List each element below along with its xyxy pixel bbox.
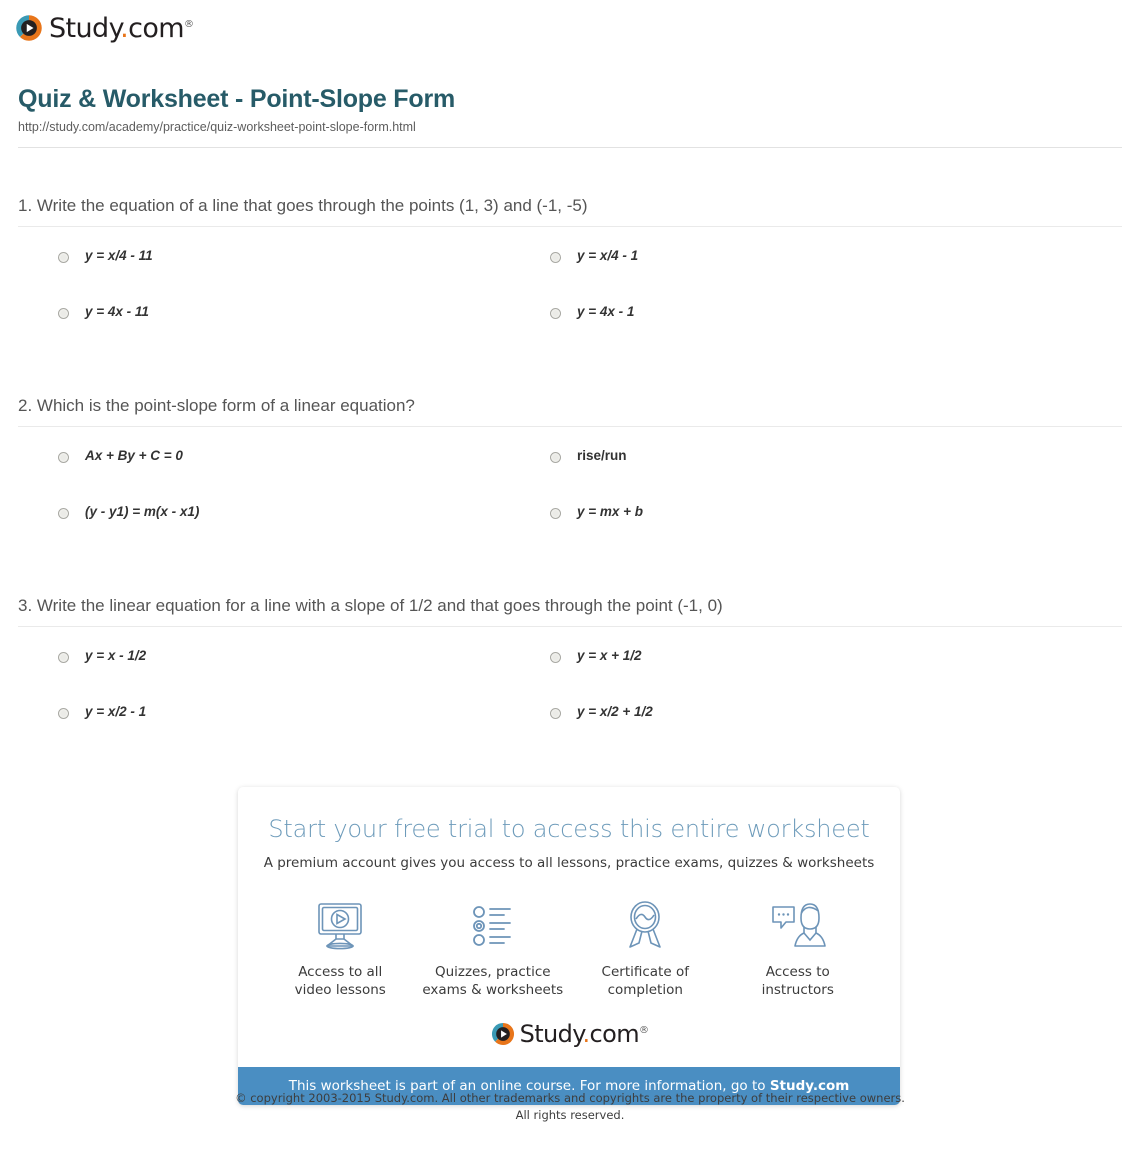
logo-text-dot: . xyxy=(582,1020,590,1049)
answer-option-label: rise/run xyxy=(577,448,627,463)
question-block-1: 1. Write the equation of a line that goe… xyxy=(0,196,1140,353)
question-divider xyxy=(18,426,1122,427)
promo-feature-line1: Access to all xyxy=(298,964,383,980)
question-block-2: 2. Which is the point-slope form of a li… xyxy=(0,396,1140,553)
logo-text-tld: com xyxy=(128,12,184,44)
radio-button[interactable] xyxy=(550,708,561,719)
logo-text-main: Study xyxy=(49,12,121,44)
copyright-notice: © copyright 2003-2015 Study.com. All oth… xyxy=(0,1090,1140,1123)
promo-feature-line2: video lessons xyxy=(294,982,386,999)
site-logo[interactable]: Study.com® xyxy=(14,12,194,44)
logo-text-tld: com xyxy=(589,1020,640,1049)
radio-button[interactable] xyxy=(550,308,561,319)
logo-trademark: ® xyxy=(183,18,194,30)
radio-button[interactable] xyxy=(58,652,69,663)
radio-button[interactable] xyxy=(550,252,561,263)
radio-button[interactable] xyxy=(58,252,69,263)
radio-button[interactable] xyxy=(58,508,69,519)
quiz-list-icon xyxy=(417,897,570,955)
answer-option[interactable]: (y - y1) = m(x - x1) xyxy=(58,504,200,520)
answer-option[interactable]: y = x + 1/2 xyxy=(550,648,642,664)
promo-feature: Quizzes, practice exams & worksheets xyxy=(417,897,570,999)
answer-option-label: (y - y1) = m(x - x1) xyxy=(85,504,200,519)
promo-feature-line1: Quizzes, practice xyxy=(434,964,551,980)
promo-feature: Access to all video lessons xyxy=(264,897,417,999)
free-trial-promo-card: Start your free trial to access this ent… xyxy=(238,787,900,1106)
instructor-chat-icon xyxy=(722,897,875,955)
play-circle-icon xyxy=(490,1021,516,1047)
answer-option-label: y = mx + b xyxy=(577,504,644,519)
monitor-play-icon xyxy=(264,897,417,955)
logo-text-main: Study xyxy=(519,1020,583,1049)
question-divider xyxy=(18,626,1122,627)
radio-button[interactable] xyxy=(58,452,69,463)
radio-button[interactable] xyxy=(550,452,561,463)
page-url: http://study.com/academy/practice/quiz-w… xyxy=(18,120,416,134)
radio-button[interactable] xyxy=(550,652,561,663)
promo-feature-label: Access to all video lessons xyxy=(264,963,417,999)
radio-button[interactable] xyxy=(550,508,561,519)
question-block-3: 3. Write the linear equation for a line … xyxy=(0,596,1140,753)
answer-option-label: y = x + 1/2 xyxy=(577,648,642,663)
answer-option-label: y = 4x - 11 xyxy=(85,304,149,319)
answer-option-label: y = x - 1/2 xyxy=(85,648,147,663)
answer-option[interactable]: y = x - 1/2 xyxy=(58,648,147,664)
copyright-line-1: © copyright 2003-2015 Study.com. All oth… xyxy=(235,1091,905,1105)
promo-logo-wordmark: Study.com® xyxy=(520,1022,649,1046)
answer-option[interactable]: y = x/4 - 1 xyxy=(550,248,639,264)
question-text: 2. Which is the point-slope form of a li… xyxy=(18,396,415,415)
answer-option[interactable]: rise/run xyxy=(550,448,627,464)
copyright-line-2: All rights reserved. xyxy=(515,1107,625,1122)
answer-option[interactable]: y = x/2 - 1 xyxy=(58,704,147,720)
promo-feature-line2: instructors xyxy=(761,982,834,999)
promo-feature: Certificate of completion xyxy=(569,897,722,999)
site-logo-wordmark: Study.com® xyxy=(49,12,194,44)
award-ribbon-icon xyxy=(569,897,722,955)
promo-subheading: A premium account gives you access to al… xyxy=(263,855,875,871)
answer-option[interactable]: y = 4x - 1 xyxy=(550,304,635,320)
answer-option-label: y = x/2 + 1/2 xyxy=(577,704,653,719)
answer-option[interactable]: y = 4x - 11 xyxy=(58,304,149,320)
promo-feature-line2: completion xyxy=(607,982,683,999)
answer-option[interactable]: Ax + By + C = 0 xyxy=(58,448,183,464)
answer-option[interactable]: y = x/2 + 1/2 xyxy=(550,704,653,720)
promo-feature-label: Quizzes, practice exams & worksheets xyxy=(417,963,570,999)
promo-feature-list: Access to all video lessons Quizzes, pra… xyxy=(238,871,900,999)
promo-heading: Start your free trial to access this ent… xyxy=(268,815,870,843)
answer-option[interactable]: y = x/4 - 11 xyxy=(58,248,153,264)
promo-feature-label: Access to instructors xyxy=(722,963,875,999)
answer-option-label: y = 4x - 1 xyxy=(577,304,635,319)
radio-button[interactable] xyxy=(58,308,69,319)
answer-option-label: Ax + By + C = 0 xyxy=(85,448,183,463)
logo-text-dot: . xyxy=(120,12,129,44)
question-text: 3. Write the linear equation for a line … xyxy=(18,596,723,615)
answer-option-label: y = x/4 - 11 xyxy=(85,248,153,263)
question-divider xyxy=(18,226,1122,227)
promo-feature-line1: Certificate of xyxy=(601,964,689,980)
promo-feature-label: Certificate of completion xyxy=(569,963,722,999)
play-circle-icon xyxy=(14,13,44,43)
radio-button[interactable] xyxy=(58,708,69,719)
answer-options: Ax + By + C = 0 rise/run (y - y1) = m(x … xyxy=(0,448,1140,553)
answer-options: y = x/4 - 11 y = x/4 - 1 y = 4x - 11 y =… xyxy=(0,248,1140,353)
answer-option-label: y = x/2 - 1 xyxy=(85,704,147,719)
question-text: 1. Write the equation of a line that goe… xyxy=(18,196,588,215)
promo-feature-line1: Access to xyxy=(765,964,830,980)
logo-trademark: ® xyxy=(638,1025,649,1037)
promo-feature-line2: exams & worksheets xyxy=(422,982,564,999)
promo-feature: Access to instructors xyxy=(722,897,875,999)
header-divider xyxy=(18,147,1122,148)
answer-option[interactable]: y = mx + b xyxy=(550,504,644,520)
promo-card-logo[interactable]: Study.com® xyxy=(238,999,900,1067)
answer-option-label: y = x/4 - 1 xyxy=(577,248,639,263)
answer-options: y = x - 1/2 y = x + 1/2 y = x/2 - 1 y = … xyxy=(0,648,1140,753)
page-title: Quiz & Worksheet - Point-Slope Form xyxy=(18,85,456,113)
